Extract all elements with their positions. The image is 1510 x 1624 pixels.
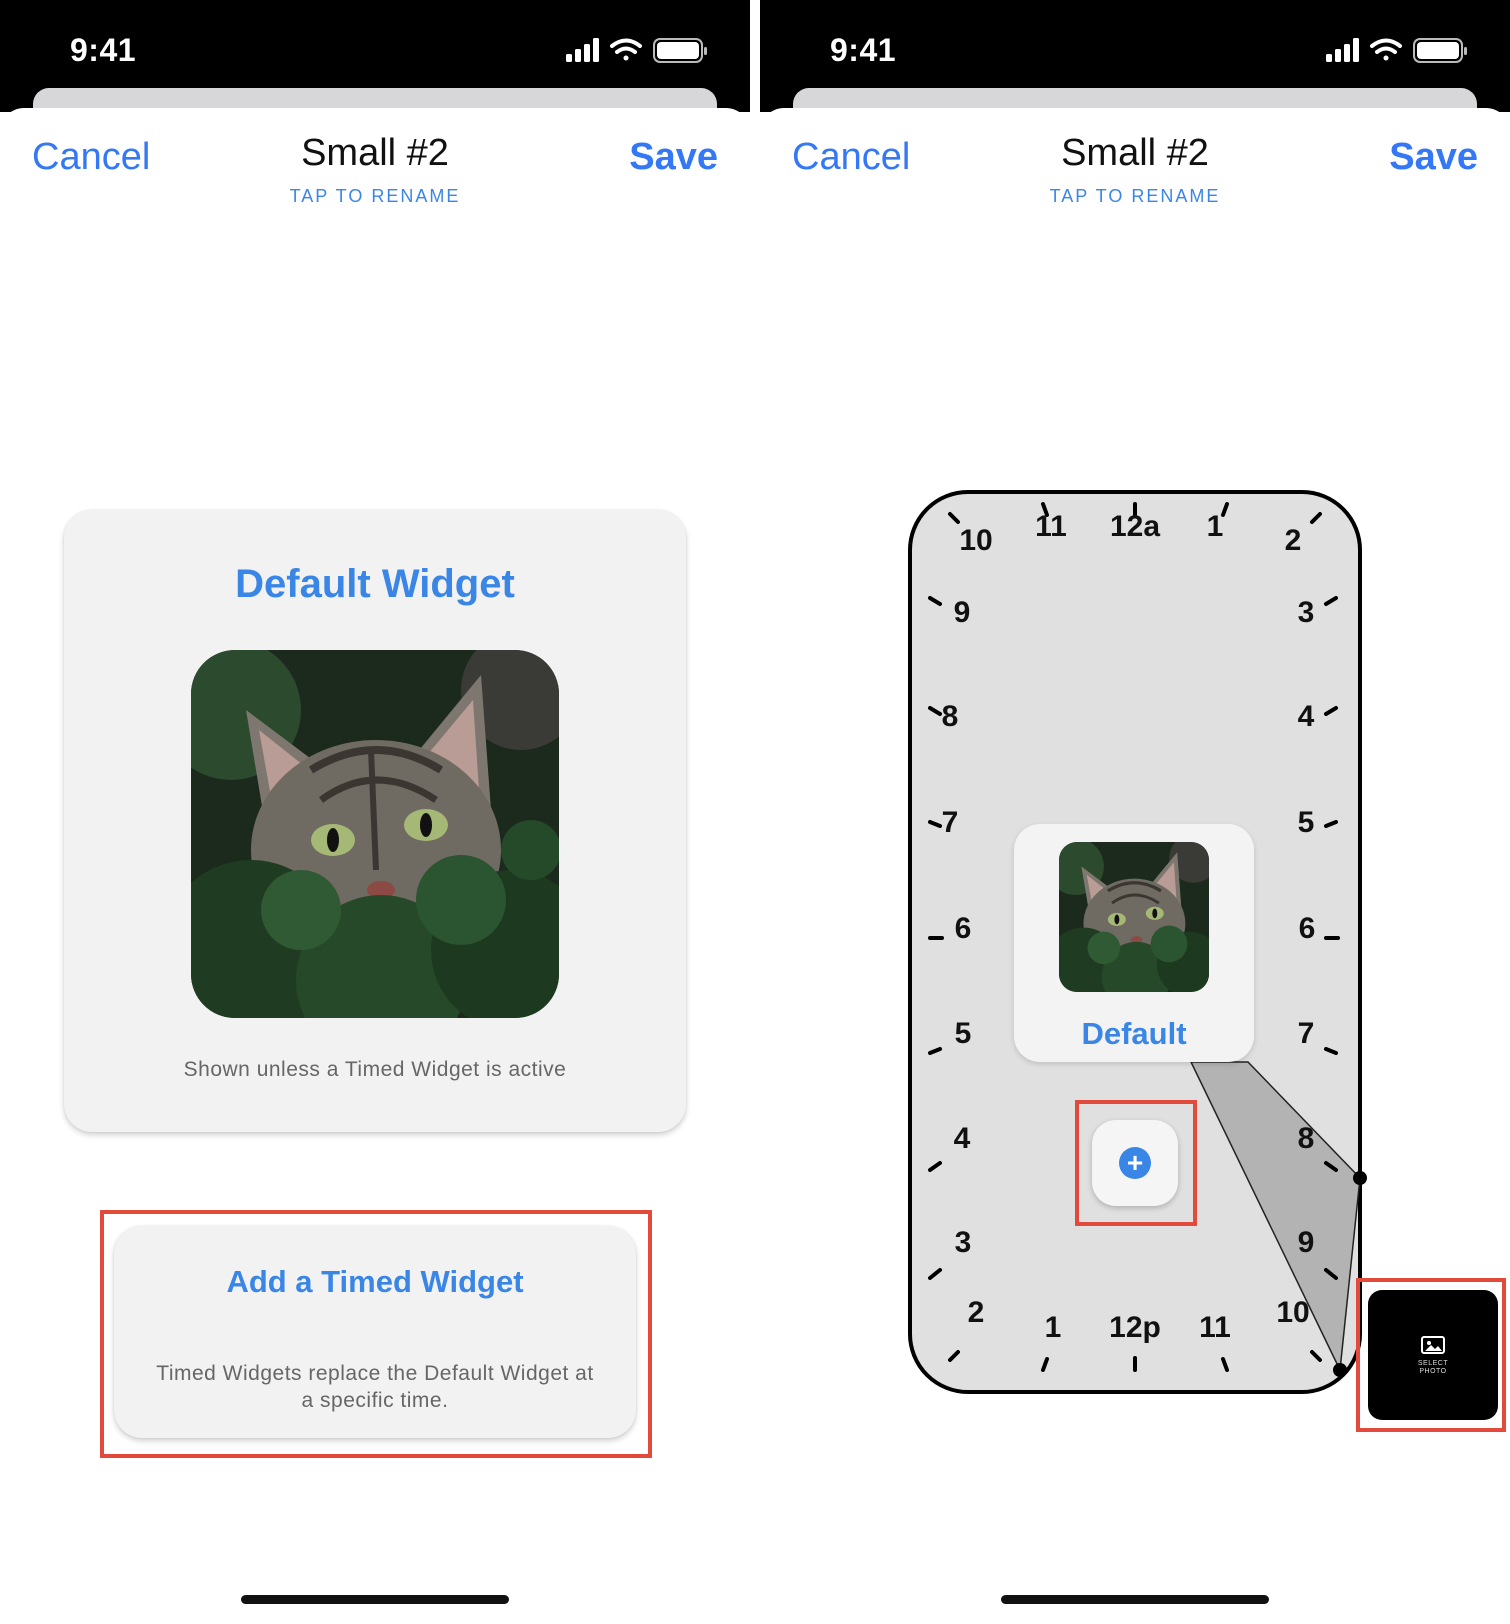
cat-photo-image (1059, 842, 1209, 992)
hour-label: 10 (1276, 1296, 1309, 1329)
highlight-box (1356, 1278, 1506, 1432)
hour-label: 5 (955, 1017, 972, 1050)
screen-divider (750, 0, 760, 1624)
left-screen: 9:41 Cancel Small #2 TAP TO RENAME Save … (0, 0, 750, 1624)
hour-label: 7 (942, 806, 959, 839)
status-time: 9:41 (70, 32, 137, 68)
hour-label: 9 (1298, 1226, 1315, 1259)
range-start-handle[interactable] (1353, 1171, 1367, 1185)
hour-label: 12a (1110, 510, 1160, 543)
hour-label: 2 (968, 1296, 985, 1329)
right-screen: 9:41 Cancel Small #2 TAP TO RENAME Save … (760, 0, 1510, 1624)
signal-icon (566, 38, 599, 62)
hour-label: 12p (1109, 1311, 1161, 1344)
hour-label: 8 (1298, 1122, 1315, 1155)
hour-label: 9 (954, 596, 971, 629)
range-end-handle[interactable] (1333, 1363, 1347, 1377)
hour-label: 4 (1298, 700, 1315, 733)
tap-to-rename-hint[interactable]: TAP TO RENAME (0, 186, 750, 207)
highlight-box (100, 1210, 652, 1458)
cat-photo-image (191, 650, 559, 1018)
default-widget-title: Default Widget (235, 562, 515, 606)
hour-label: 7 (1298, 1017, 1315, 1050)
hour-label: 3 (955, 1226, 972, 1259)
hour-label: 4 (954, 1122, 971, 1155)
hour-label: 8 (942, 700, 959, 733)
default-widget-caption: Shown unless a Timed Widget is active (183, 1058, 567, 1081)
hour-label: 3 (1298, 596, 1315, 629)
hour-label: 1 (1045, 1311, 1062, 1344)
default-widget-tile[interactable]: Default (1014, 824, 1254, 1062)
hour-label: 1 (1207, 510, 1224, 543)
home-indicator (241, 1595, 509, 1604)
hour-label: 10 (959, 524, 992, 557)
home-indicator (1001, 1595, 1269, 1604)
wifi-icon (610, 38, 642, 61)
cat-photo[interactable] (191, 650, 559, 1018)
default-widget-card[interactable]: Default Widget Shown unless a Timed Widg… (64, 510, 686, 1132)
hour-label: 6 (955, 912, 972, 945)
hour-label: 5 (1298, 806, 1315, 839)
hour-label: 6 (1299, 912, 1316, 945)
hour-label: 11 (1035, 510, 1067, 543)
hour-label: 2 (1285, 524, 1302, 557)
save-button[interactable]: Save (629, 136, 718, 179)
cat-photo (1059, 842, 1209, 992)
default-tile-label: Default (1081, 1016, 1187, 1051)
hour-label: 11 (1199, 1311, 1231, 1344)
highlight-box (1075, 1100, 1197, 1226)
status-icons (566, 38, 707, 63)
battery-icon (653, 38, 707, 63)
